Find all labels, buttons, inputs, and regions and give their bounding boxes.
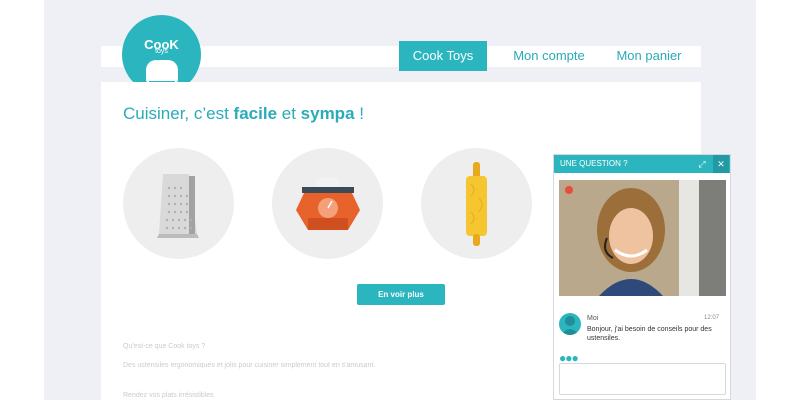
page-headline: Cuisiner, c’est facile et sympa ! [123, 104, 364, 123]
kitchen-scale-icon [296, 177, 360, 230]
nav-tab-mon-panier[interactable]: Mon panier [605, 41, 693, 71]
chat-input[interactable] [559, 363, 726, 395]
chat-title: UNE QUESTION ? [560, 159, 628, 168]
about-question: Qu'est-ce que Cook toys ? [123, 343, 206, 350]
nav-tab-mon-compte[interactable]: Mon compte [505, 41, 593, 71]
logo-subtitle: toys [155, 48, 168, 55]
chat-header: UNE QUESTION ? ⤢ ✕ [554, 155, 730, 173]
avatar [559, 313, 581, 335]
message-text: Bonjour, j'ai besoin de conseils pour de… [587, 326, 712, 342]
agent-video-image [559, 180, 726, 296]
record-indicator [565, 186, 573, 194]
video-feed [559, 180, 726, 296]
message-author: Moi [587, 315, 599, 322]
message-time: 12:07 [704, 315, 720, 321]
about-description: Des ustensiles ergonomiques et jolis pou… [123, 362, 376, 369]
chef-hat-icon [146, 60, 178, 87]
rolling-pin-icon [466, 162, 487, 246]
expand-icon[interactable]: ⤢ [694, 155, 710, 173]
product-grater[interactable] [123, 148, 234, 259]
see-more-button[interactable]: En voir plus [357, 284, 445, 305]
grater-icon [157, 174, 199, 238]
about-next-heading: Rendez vos plats irrésistibles [123, 392, 214, 399]
close-icon[interactable]: ✕ [713, 155, 729, 173]
product-rolling-pin[interactable] [421, 148, 532, 259]
nav-tab-cook-toys[interactable]: Cook Toys [399, 41, 487, 71]
chat-widget: UNE QUESTION ? ⤢ ✕ Moi 12:07 Bonjour, j'… [553, 154, 731, 400]
product-kitchen-scale[interactable] [272, 148, 383, 259]
